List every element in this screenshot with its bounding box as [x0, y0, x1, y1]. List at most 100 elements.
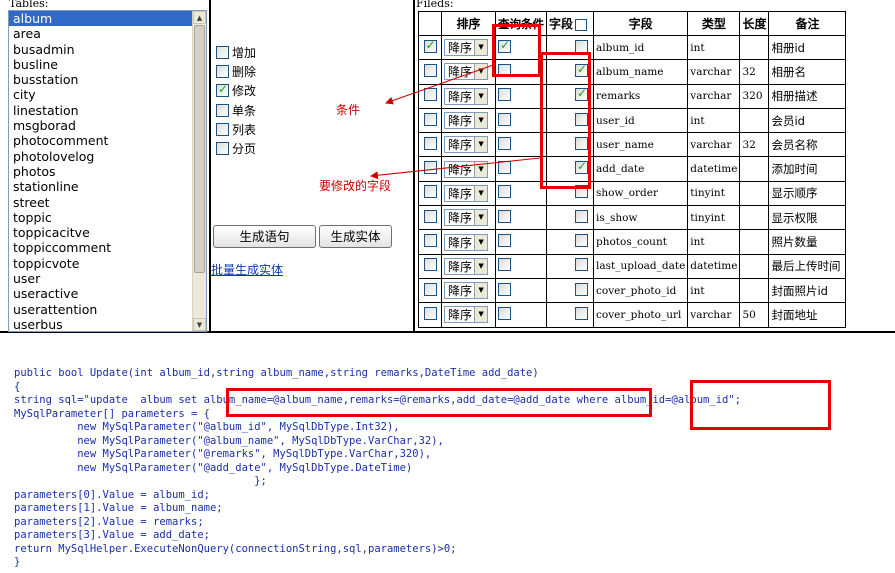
row-select-checkbox[interactable]: [423, 63, 437, 77]
select-cell: [418, 229, 442, 255]
query-condition-checkbox[interactable]: [498, 136, 511, 150]
scroll-down-arrow-icon[interactable]: ▼: [193, 318, 206, 331]
select-all-fields-checkbox[interactable]: [575, 18, 588, 31]
option-checkbox[interactable]: [216, 122, 229, 136]
query-condition-checkbox[interactable]: [498, 161, 511, 175]
sort-select[interactable]: 降序 ▼: [444, 160, 489, 178]
table-list-item[interactable]: useractive: [9, 286, 194, 301]
dropdown-arrow-icon[interactable]: ▼: [474, 64, 488, 80]
generate-sql-button[interactable]: 生成语句: [213, 225, 316, 248]
table-list-item[interactable]: linestation: [9, 103, 194, 118]
table-list-item[interactable]: userattention: [9, 302, 194, 317]
option-row[interactable]: 增加: [216, 43, 256, 62]
sort-cell: 降序 ▼: [441, 277, 496, 304]
query-condition-checkbox[interactable]: [498, 209, 511, 223]
dropdown-arrow-icon[interactable]: ▼: [474, 185, 488, 201]
query-condition-checkbox[interactable]: [498, 306, 511, 320]
sort-select[interactable]: 降序 ▼: [444, 87, 489, 105]
option-row[interactable]: 列表: [216, 120, 256, 139]
row-select-checkbox[interactable]: [423, 38, 437, 53]
table-list-item[interactable]: photolovelog: [9, 149, 194, 164]
table-list-item[interactable]: album: [9, 11, 194, 27]
row-select-checkbox[interactable]: [423, 258, 437, 272]
row-select-checkbox[interactable]: [423, 161, 437, 175]
table-list-item[interactable]: stationline: [9, 179, 194, 194]
query-condition-checkbox[interactable]: [498, 88, 511, 102]
dropdown-arrow-icon[interactable]: ▼: [474, 258, 488, 274]
sort-select[interactable]: 降序 ▼: [444, 282, 489, 300]
batch-generate-entity-link[interactable]: 批量生成实体: [211, 261, 283, 278]
field-include-checkbox[interactable]: [575, 258, 588, 272]
field-note: 相册id: [768, 34, 847, 61]
sort-select[interactable]: 降序 ▼: [444, 233, 489, 251]
field-include-checkbox[interactable]: [575, 282, 588, 296]
sort-select[interactable]: 降序 ▼: [444, 39, 489, 57]
table-list-item[interactable]: street: [9, 195, 194, 210]
sort-select[interactable]: 降序 ▼: [444, 257, 489, 275]
option-checkbox[interactable]: [216, 103, 229, 117]
option-row[interactable]: 修改: [216, 81, 256, 100]
dropdown-arrow-icon[interactable]: ▼: [474, 234, 488, 250]
table-list-item[interactable]: toppicvote: [9, 256, 194, 271]
sort-select[interactable]: 降序 ▼: [444, 136, 489, 154]
row-select-checkbox[interactable]: [423, 209, 437, 223]
sort-select[interactable]: 降序 ▼: [444, 112, 489, 130]
scrollbar-thumb[interactable]: [194, 25, 205, 273]
option-checkbox[interactable]: [216, 82, 229, 98]
table-list-item[interactable]: userbus: [9, 317, 194, 331]
query-condition-checkbox[interactable]: [498, 234, 511, 248]
table-list-item[interactable]: busadmin: [9, 42, 194, 57]
field-include-checkbox[interactable]: [575, 306, 588, 320]
field-include-checkbox[interactable]: [575, 209, 588, 223]
option-row[interactable]: 单条: [216, 101, 256, 120]
table-list-item[interactable]: msgborad: [9, 118, 194, 133]
query-condition-checkbox[interactable]: [498, 258, 511, 272]
dropdown-arrow-icon[interactable]: ▼: [474, 88, 488, 104]
dropdown-arrow-icon[interactable]: ▼: [474, 40, 488, 56]
option-checkbox[interactable]: [216, 142, 229, 156]
query-condition-checkbox[interactable]: [498, 112, 511, 126]
dropdown-arrow-icon[interactable]: ▼: [474, 113, 488, 129]
tables-listbox[interactable]: album area busadmin busline busstation city li…: [8, 10, 207, 332]
table-list-item[interactable]: photos: [9, 164, 194, 179]
field-include-checkbox[interactable]: [575, 234, 588, 248]
sort-select[interactable]: 降序 ▼: [444, 209, 489, 227]
sort-select[interactable]: 降序 ▼: [444, 63, 489, 81]
row-select-checkbox[interactable]: [423, 185, 437, 199]
sort-select[interactable]: 降序 ▼: [444, 306, 489, 324]
query-condition-checkbox[interactable]: [498, 282, 511, 296]
scroll-up-arrow-icon[interactable]: ▲: [193, 11, 206, 24]
row-select-checkbox[interactable]: [423, 136, 437, 150]
row-select-checkbox[interactable]: [423, 234, 437, 248]
dropdown-arrow-icon[interactable]: ▼: [474, 283, 488, 299]
field-include-checkbox[interactable]: [575, 39, 588, 53]
row-select-checkbox[interactable]: [423, 306, 437, 320]
row-select-checkbox[interactable]: [423, 88, 437, 102]
row-select-checkbox[interactable]: [423, 282, 437, 296]
dropdown-arrow-icon[interactable]: ▼: [474, 161, 488, 177]
dropdown-arrow-icon[interactable]: ▼: [474, 307, 488, 323]
table-list-item[interactable]: city: [9, 87, 194, 102]
sort-select[interactable]: 降序 ▼: [444, 184, 489, 202]
row-select-checkbox[interactable]: [423, 112, 437, 126]
table-list-item[interactable]: toppiccomment: [9, 240, 194, 255]
dropdown-arrow-icon[interactable]: ▼: [474, 137, 488, 153]
table-list-item[interactable]: user: [9, 271, 194, 286]
option-row[interactable]: 删除: [216, 62, 256, 81]
select-cell: [418, 253, 442, 279]
table-list-item[interactable]: busline: [9, 57, 194, 72]
table-list-item[interactable]: photocomment: [9, 133, 194, 148]
generate-entity-button[interactable]: 生成实体: [319, 225, 392, 248]
option-row[interactable]: 分页: [216, 139, 256, 158]
table-list-item[interactable]: toppic: [9, 210, 194, 225]
query-cell: [495, 132, 547, 158]
tables-scrollbar[interactable]: ▲ ▼: [192, 11, 206, 331]
dropdown-arrow-icon[interactable]: ▼: [474, 210, 488, 226]
option-checkbox[interactable]: [216, 65, 229, 79]
query-condition-checkbox[interactable]: [498, 185, 511, 199]
table-list-item[interactable]: busstation: [9, 72, 194, 87]
option-checkbox[interactable]: [216, 46, 229, 60]
field-type: datetime: [687, 253, 741, 279]
table-list-item[interactable]: toppicacitve: [9, 225, 194, 240]
table-list-item[interactable]: area: [9, 26, 194, 41]
